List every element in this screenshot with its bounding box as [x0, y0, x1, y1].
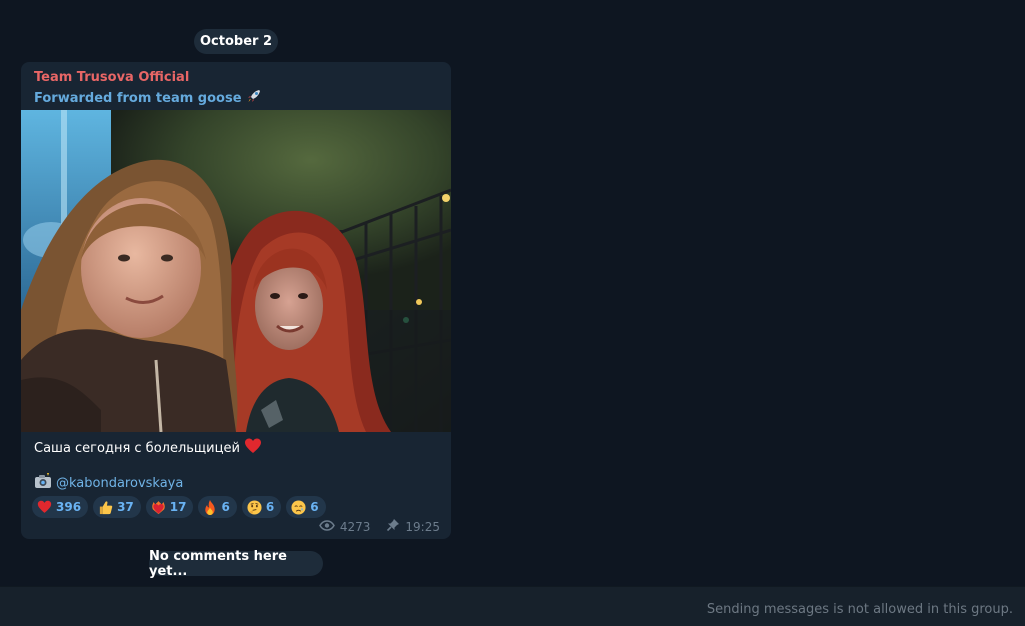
reaction-count: 6: [221, 500, 230, 514]
photo-credit: @kabondarovskaya: [34, 473, 183, 493]
heart-on-fire-icon: [151, 500, 166, 515]
pin-icon: [386, 518, 400, 535]
telegram-window: October 2 Team Trusova Official Forwarde…: [0, 0, 1025, 626]
reaction-count: 6: [310, 500, 319, 514]
posting-restricted-notice: Sending messages is not allowed in this …: [706, 602, 1013, 617]
caption-text: Саша сегодня с болельщицей: [34, 440, 240, 456]
reaction-thumbs-up[interactable]: 37: [93, 496, 141, 518]
reaction-crying[interactable]: 6: [286, 496, 326, 518]
date-separator: October 2: [194, 29, 278, 54]
reaction-count: 17: [169, 500, 187, 514]
rocket-icon: [246, 88, 262, 108]
photo[interactable]: [21, 110, 451, 432]
message-bubble[interactable]: Team Trusova Official Forwarded from tea…: [21, 62, 451, 539]
reaction-count: 396: [56, 500, 82, 514]
chat-area[interactable]: October 2 Team Trusova Official Forwarde…: [0, 0, 1025, 586]
forwarded-label: Forwarded from team goose: [34, 90, 242, 106]
message-caption: Саша сегодня с болельщицей: [34, 438, 262, 458]
heart-icon: [37, 500, 52, 514]
credit-link[interactable]: @kabondarovskaya: [56, 476, 183, 491]
thumbs-up-icon: [98, 500, 113, 515]
reaction-fire[interactable]: 6: [198, 496, 237, 518]
composer-disabled-bar: Sending messages is not allowed in this …: [0, 586, 1025, 626]
reaction-heart[interactable]: 396: [32, 496, 89, 518]
thinking-face-icon: [247, 499, 262, 515]
fire-icon: [203, 499, 217, 515]
view-count: 4273: [339, 519, 371, 534]
reaction-thinking[interactable]: 6: [241, 496, 282, 518]
reaction-count: 37: [117, 500, 134, 514]
red-heart-icon: [244, 438, 262, 458]
reaction-count: 6: [265, 500, 275, 514]
reaction-heart-on-fire[interactable]: 17: [145, 496, 194, 518]
sender-name[interactable]: Team Trusova Official: [34, 70, 189, 85]
no-comments-label: No comments here yet...: [149, 549, 323, 579]
message-time: 19:25: [405, 519, 440, 534]
reactions-bar: 396 37 17 6 6 6: [32, 496, 326, 518]
forwarded-header[interactable]: Forwarded from team goose: [34, 88, 262, 108]
eye-icon: [318, 519, 335, 534]
camera-flash-icon: [34, 473, 52, 493]
crying-face-icon: [291, 499, 306, 515]
message-meta: 4273 19:25: [318, 518, 440, 535]
